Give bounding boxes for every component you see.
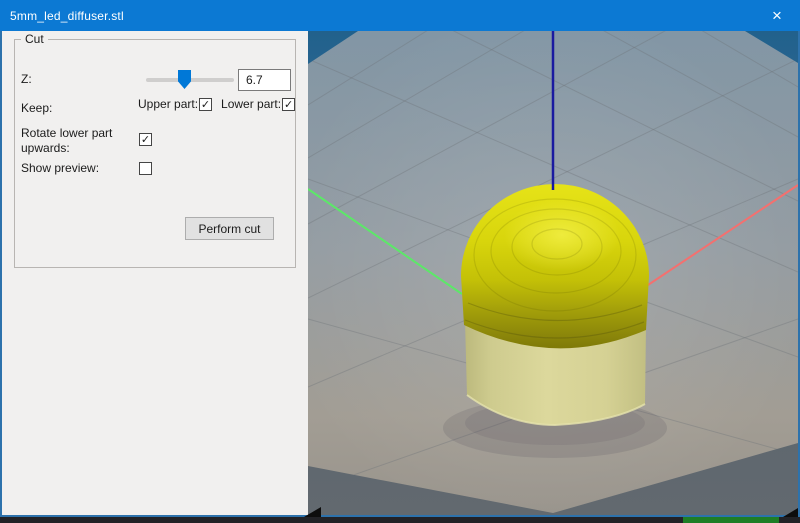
background-strip [0, 517, 800, 523]
titlebar[interactable]: 5mm_led_diffuser.stl × [0, 0, 800, 31]
rotate-lower-label: Rotate lower part upwards: [21, 126, 133, 156]
show-preview-label: Show preview: [21, 161, 99, 175]
lower-part-checkmark-icon: ✓ [284, 99, 293, 111]
keep-options-row: Upper part: ✓ Lower part: ✓ [138, 97, 295, 111]
rotate-lower-checkbox[interactable]: ✓ [139, 133, 152, 146]
close-icon: × [772, 6, 782, 25]
3d-scene [308, 31, 798, 515]
upper-part-checkmark-icon: ✓ [201, 99, 210, 111]
show-preview-checkbox[interactable] [139, 162, 152, 175]
cut-panel: Cut Z: Keep: Upper part: ✓ Lower part: ✓… [2, 31, 308, 515]
lower-part-checkbox[interactable]: ✓ [282, 98, 295, 111]
upper-part-checkbox[interactable]: ✓ [199, 98, 212, 111]
perform-cut-button[interactable]: Perform cut [185, 217, 274, 240]
groupbox-title: Cut [21, 32, 48, 46]
cut-dialog-window: 5mm_led_diffuser.stl × Cut Z: Keep: Uppe… [0, 0, 800, 523]
3d-viewport[interactable] [308, 31, 798, 515]
keep-label: Keep: [21, 101, 52, 115]
lower-part-label: Lower part: [221, 97, 281, 111]
upper-part-label: Upper part: [138, 97, 198, 111]
window-title: 5mm_led_diffuser.stl [0, 9, 124, 23]
rotate-checkmark-icon: ✓ [141, 134, 150, 146]
z-label: Z: [21, 72, 32, 86]
z-value-input[interactable] [238, 69, 291, 91]
close-button[interactable]: × [754, 0, 800, 31]
background-strip-green-segment [683, 517, 779, 523]
